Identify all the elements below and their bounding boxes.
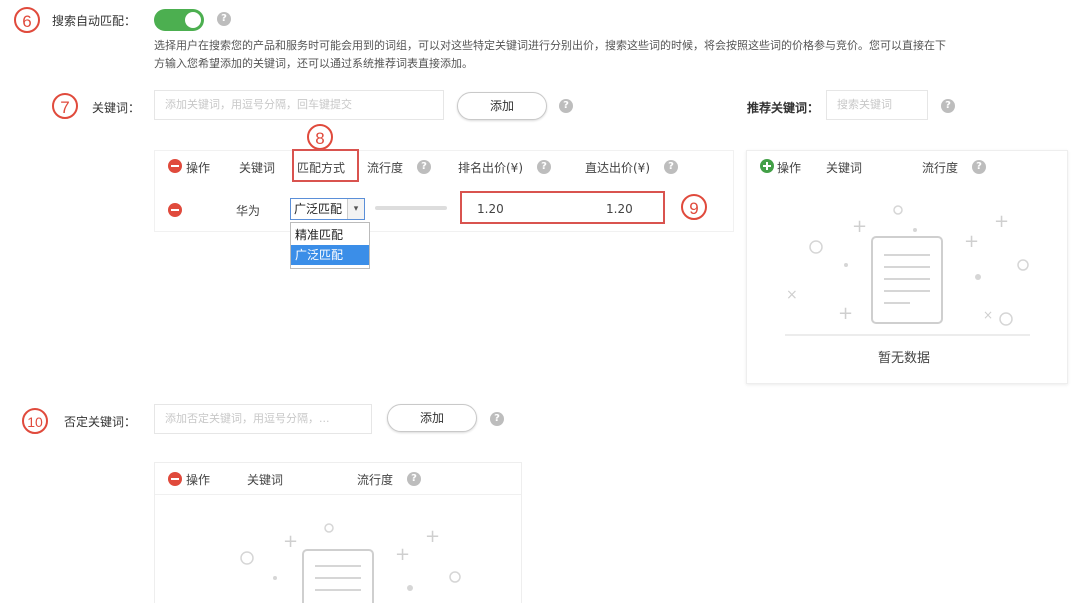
remove-row-icon[interactable]	[168, 203, 182, 217]
step-6-marker: 6	[14, 7, 40, 33]
auto-match-toggle[interactable]	[154, 9, 204, 31]
keyword-input[interactable]: 添加关键词，用逗号分隔，回车键提交	[154, 90, 444, 120]
help-icon[interactable]: ?	[417, 160, 431, 174]
rec-col-keyword: 关键词	[826, 161, 863, 175]
auto-match-label: 搜索自动匹配：	[52, 14, 137, 28]
remove-all-negative-icon[interactable]	[168, 472, 182, 486]
auto-match-description: 选择用户在搜索您的产品和服务时可能会用到的词组，可以对这些特定关键词进行分别出价…	[154, 37, 1069, 73]
step-10-marker: 10	[22, 408, 48, 434]
negative-keywords-label: 否定关键词：	[64, 415, 137, 429]
step-7-marker: 7	[52, 93, 78, 119]
chevron-down-icon[interactable]: ▾	[347, 199, 364, 219]
table-divider	[155, 494, 521, 495]
col-header-op: 操作	[186, 161, 211, 175]
svg-text:+: +	[838, 303, 853, 324]
toggle-knob	[185, 12, 201, 28]
add-all-icon[interactable]	[760, 159, 774, 173]
negative-keyword-input[interactable]: 添加否定关键词，用逗号分隔，...	[154, 404, 372, 434]
svg-text:+: +	[283, 531, 298, 552]
svg-text:+: +	[994, 211, 1009, 232]
add-negative-keyword-button[interactable]: 添加	[387, 404, 477, 432]
neg-col-keyword: 关键词	[247, 473, 284, 487]
help-icon[interactable]: ?	[941, 99, 955, 113]
help-icon[interactable]: ?	[537, 160, 551, 174]
neg-col-popularity: 流行度	[357, 473, 394, 487]
svg-text:+: +	[964, 231, 979, 252]
svg-text:×: ×	[983, 308, 993, 322]
row-keyword: 华为	[236, 204, 261, 218]
match-type-value: 广泛匹配	[294, 202, 343, 216]
step-8-marker: 8	[307, 124, 333, 150]
svg-text:+: +	[395, 544, 410, 565]
col-header-rank-bid: 排名出价(¥)	[458, 161, 523, 175]
recommend-keywords-label: 推荐关键词：	[747, 101, 820, 115]
rec-col-popularity: 流行度	[922, 161, 959, 175]
help-icon[interactable]: ?	[664, 160, 678, 174]
empty-document-illustration: + + +	[240, 523, 461, 603]
match-type-select[interactable]: 广泛匹配 ▾	[290, 198, 365, 220]
recommend-search-input[interactable]: 搜索关键词	[826, 90, 928, 120]
add-keyword-button[interactable]: 添加	[457, 92, 547, 120]
help-icon[interactable]: ?	[490, 412, 504, 426]
help-icon[interactable]: ?	[972, 160, 986, 174]
keywords-label: 关键词：	[92, 101, 141, 115]
step-9-marker: 9	[681, 194, 707, 220]
option-broad-match[interactable]: 广泛匹配	[291, 245, 369, 265]
match-type-dropdown: 精准匹配 广泛匹配	[290, 222, 370, 269]
popularity-bar	[375, 206, 447, 210]
help-icon[interactable]: ?	[407, 472, 421, 486]
rec-col-op: 操作	[777, 161, 802, 175]
remove-all-icon[interactable]	[168, 159, 182, 173]
col-header-match: 匹配方式	[297, 161, 346, 175]
neg-col-op: 操作	[186, 473, 211, 487]
row-direct-bid[interactable]: 1.20	[606, 202, 633, 216]
col-header-direct-bid: 直达出价(¥)	[585, 161, 650, 175]
svg-text:×: ×	[786, 287, 798, 303]
empty-document-illustration: + + + + × ×	[785, 205, 1030, 336]
empty-state-text: 暂无数据	[878, 351, 931, 366]
svg-text:+: +	[852, 216, 867, 237]
help-icon[interactable]: ?	[559, 99, 573, 113]
option-exact-match[interactable]: 精准匹配	[291, 225, 369, 245]
svg-text:+: +	[425, 526, 440, 547]
help-icon[interactable]: ?	[217, 12, 231, 26]
col-header-popularity: 流行度	[367, 161, 404, 175]
description-line-2: 方输入您希望添加的关键词，还可以通过系统推荐词表直接添加。	[154, 57, 473, 70]
description-line-1: 选择用户在搜索您的产品和服务时可能会用到的词组，可以对这些特定关键词进行分别出价…	[154, 39, 946, 52]
col-header-keyword: 关键词	[239, 161, 276, 175]
row-rank-bid[interactable]: 1.20	[477, 202, 504, 216]
